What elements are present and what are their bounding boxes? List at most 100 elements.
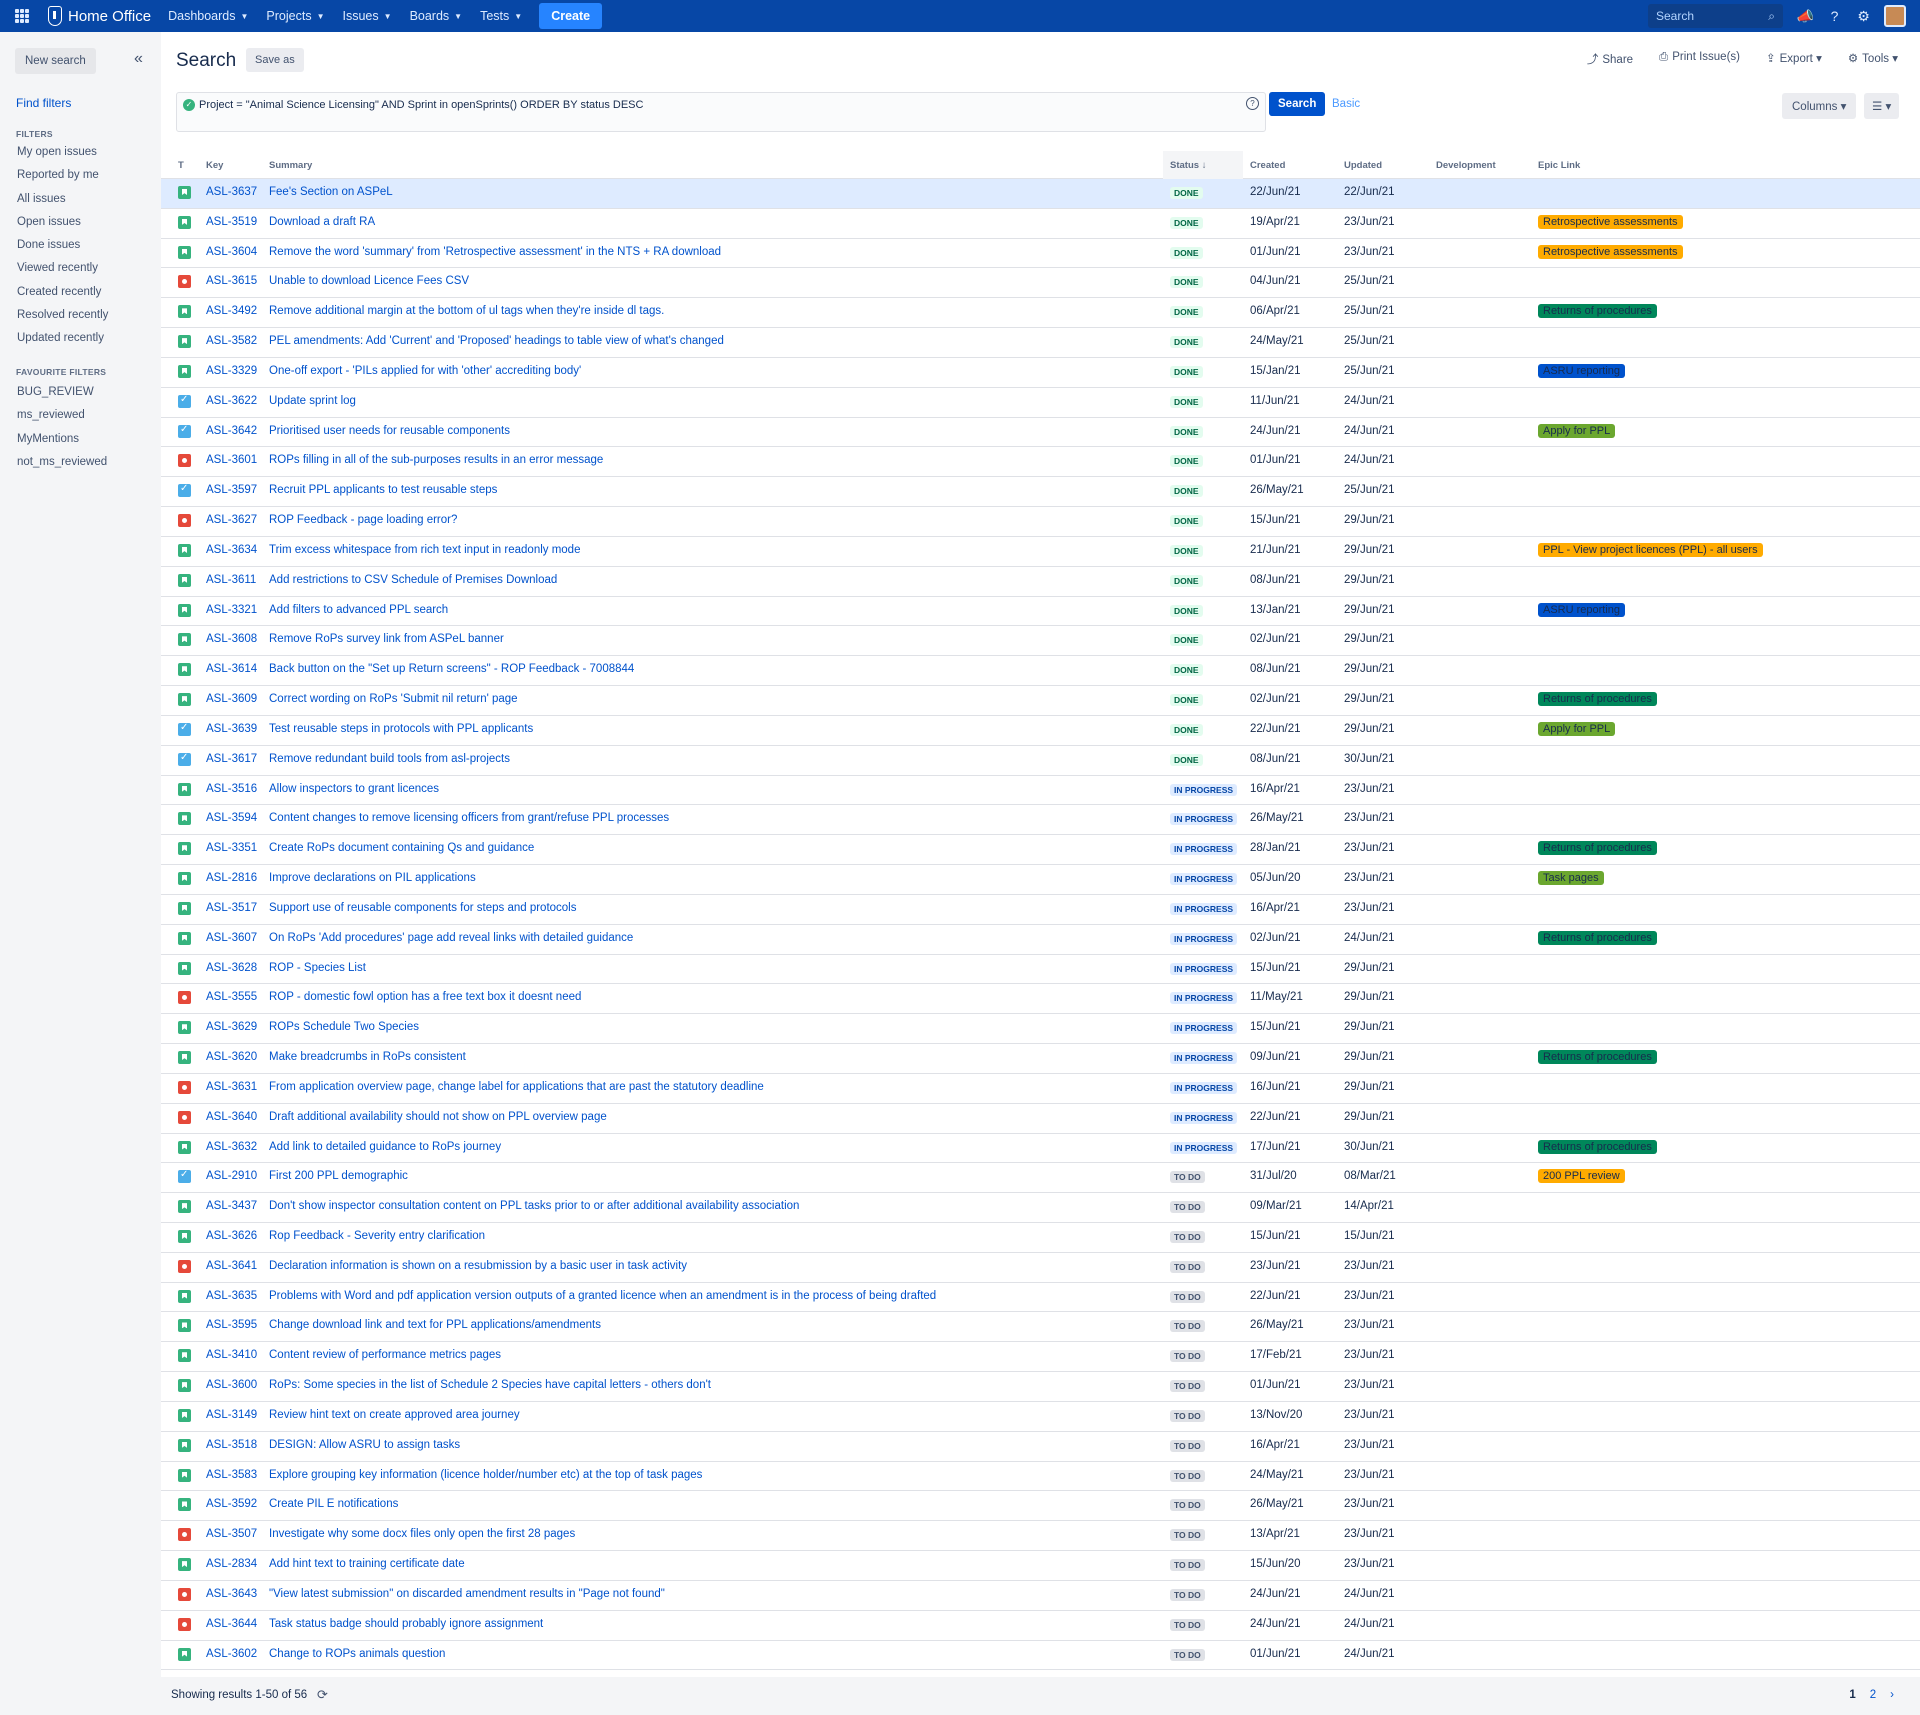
- issue-summary-link[interactable]: ROPs filling in all of the sub-purposes …: [269, 454, 603, 466]
- favourite-filter[interactable]: ms_reviewed: [17, 409, 107, 432]
- issue-summary-link[interactable]: Content changes to remove licensing offi…: [269, 812, 669, 824]
- issue-summary-link[interactable]: Test reusable steps in protocols with PP…: [269, 723, 533, 735]
- col-epic-link[interactable]: Epic Link: [1538, 160, 1580, 171]
- issue-key-link[interactable]: ASL-3518: [206, 1439, 257, 1451]
- issue-summary-link[interactable]: Change download link and text for PPL ap…: [269, 1319, 601, 1331]
- issue-key-link[interactable]: ASL-3321: [206, 604, 257, 616]
- table-row[interactable]: ASL-3622 Update sprint log DONE 11/Jun/21 24…: [161, 388, 1920, 418]
- issue-summary-link[interactable]: Change to ROPs animals question: [269, 1648, 445, 1660]
- table-row[interactable]: ASL-3410 Content review of performance me…: [161, 1342, 1920, 1373]
- issue-summary-link[interactable]: ROP - Species List: [269, 962, 366, 974]
- filter-open-issues[interactable]: Open issues: [17, 216, 108, 239]
- issue-key-link[interactable]: ASL-3622: [206, 395, 257, 407]
- issue-summary-link[interactable]: Declaration information is shown on a re…: [269, 1260, 687, 1272]
- issue-summary-link[interactable]: Unable to download Licence Fees CSV: [269, 275, 469, 287]
- table-row[interactable]: ASL-3635 Problems with Word and pdf appli…: [161, 1283, 1920, 1313]
- table-row[interactable]: ASL-3351 Create RoPs document containing …: [161, 835, 1920, 866]
- col-updated[interactable]: Updated: [1344, 160, 1382, 171]
- create-button[interactable]: Create: [539, 3, 603, 29]
- filter-resolved-recently[interactable]: Resolved recently: [17, 309, 108, 332]
- issue-summary-link[interactable]: Add hint text to training certificate da…: [269, 1558, 465, 1570]
- table-row[interactable]: ASL-3519 Download a draft RA DONE 19/Apr/21…: [161, 209, 1920, 239]
- issue-key-link[interactable]: ASL-3635: [206, 1290, 257, 1302]
- col-development[interactable]: Development: [1436, 160, 1496, 171]
- issue-key-link[interactable]: ASL-3149: [206, 1409, 257, 1421]
- table-row[interactable]: ASL-3620 Make breadcrumbs in RoPs consist…: [161, 1044, 1920, 1074]
- table-row[interactable]: ASL-3607 On RoPs 'Add procedures' page ad…: [161, 925, 1920, 955]
- issue-summary-link[interactable]: Correct wording on RoPs 'Submit nil retu…: [269, 693, 518, 705]
- share-button[interactable]: ⤴ Share: [1587, 51, 1633, 67]
- table-row[interactable]: ASL-3594 Content changes to remove licens…: [161, 805, 1920, 836]
- issue-key-link[interactable]: ASL-3634: [206, 544, 257, 556]
- table-row[interactable]: ASL-3608 Remove RoPs survey link from ASP…: [161, 626, 1920, 657]
- jql-query-input[interactable]: ✓ Project = "Animal Science Licensing" A…: [176, 92, 1266, 132]
- issue-summary-link[interactable]: Prioritised user needs for reusable comp…: [269, 425, 510, 437]
- issue-summary-link[interactable]: PEL amendments: Add 'Current' and 'Propo…: [269, 335, 724, 347]
- issue-summary-link[interactable]: Add restrictions to CSV Schedule of Prem…: [269, 574, 557, 586]
- issue-key-link[interactable]: ASL-3609: [206, 693, 257, 705]
- issue-key-link[interactable]: ASL-3594: [206, 812, 257, 824]
- nav-tests[interactable]: Tests ▼: [471, 0, 531, 32]
- table-row[interactable]: ASL-3518 DESIGN: Allow ASRU to assign tas…: [161, 1432, 1920, 1462]
- table-row[interactable]: ASL-3639 Test reusable steps in protocols…: [161, 716, 1920, 746]
- table-row[interactable]: ASL-3601 ROPs filling in all of the sub-p…: [161, 447, 1920, 478]
- table-row[interactable]: ASL-3149 Review hint text on create appro…: [161, 1402, 1920, 1432]
- epic-link-lozenge[interactable]: Returns of procedures: [1538, 692, 1657, 707]
- print-button[interactable]: ⎙ Print Issue(s): [1659, 51, 1740, 67]
- table-row[interactable]: ASL-3583 Explore grouping key information…: [161, 1462, 1920, 1492]
- user-avatar[interactable]: [1884, 5, 1906, 27]
- col-type[interactable]: T: [178, 160, 184, 171]
- page-1[interactable]: 1: [1849, 1689, 1855, 1701]
- issue-key-link[interactable]: ASL-3626: [206, 1230, 257, 1242]
- epic-link-lozenge[interactable]: Retrospective assessments: [1538, 244, 1683, 259]
- table-row[interactable]: ASL-3626 Rop Feedback - Severity entry cl…: [161, 1223, 1920, 1253]
- col-status[interactable]: Status ↓: [1170, 160, 1206, 171]
- issue-key-link[interactable]: ASL-3583: [206, 1469, 257, 1481]
- issue-key-link[interactable]: ASL-3637: [206, 186, 257, 198]
- issue-key-link[interactable]: ASL-3517: [206, 902, 257, 914]
- table-row[interactable]: ASL-3629 ROPs Schedule Two Species IN PROG…: [161, 1014, 1920, 1045]
- nav-boards[interactable]: Boards ▼: [401, 0, 472, 32]
- table-row[interactable]: ASL-3600 RoPs: Some species in the list o…: [161, 1372, 1920, 1402]
- issue-summary-link[interactable]: RoPs: Some species in the list of Schedu…: [269, 1379, 711, 1391]
- issue-key-link[interactable]: ASL-3615: [206, 275, 257, 287]
- col-summary[interactable]: Summary: [269, 160, 312, 171]
- issue-key-link[interactable]: ASL-3555: [206, 991, 257, 1003]
- issue-summary-link[interactable]: Remove additional margin at the bottom o…: [269, 305, 664, 317]
- settings-gear-icon[interactable]: ⚙: [1849, 0, 1878, 32]
- table-row[interactable]: ASL-3329 One-off export - 'PILs applied f…: [161, 358, 1920, 388]
- issue-key-link[interactable]: ASL-3620: [206, 1051, 257, 1063]
- issue-summary-link[interactable]: On RoPs 'Add procedures' page add reveal…: [269, 932, 633, 944]
- issue-summary-link[interactable]: Add link to detailed guidance to RoPs jo…: [269, 1141, 501, 1153]
- table-row[interactable]: ASL-3611 Add restrictions to CSV Schedule…: [161, 567, 1920, 597]
- issue-key-link[interactable]: ASL-3410: [206, 1349, 257, 1361]
- issue-key-link[interactable]: ASL-3632: [206, 1141, 257, 1153]
- basic-mode-link[interactable]: Basic: [1332, 98, 1360, 110]
- favourite-filter[interactable]: not_ms_reviewed: [17, 456, 107, 479]
- table-row[interactable]: ASL-3627 ROP Feedback - page loading erro…: [161, 507, 1920, 537]
- epic-link-lozenge[interactable]: ASRU reporting: [1538, 602, 1626, 617]
- issue-summary-link[interactable]: ROP Feedback - page loading error?: [269, 514, 457, 526]
- table-row[interactable]: ASL-3642 Prioritised user needs for reusa…: [161, 418, 1920, 448]
- refresh-icon[interactable]: ⟳: [317, 1687, 328, 1703]
- issue-summary-link[interactable]: Remove the word 'summary' from 'Retrospe…: [269, 246, 721, 258]
- favourite-filter[interactable]: MyMentions: [17, 433, 107, 456]
- epic-link-lozenge[interactable]: ASRU reporting: [1538, 363, 1626, 378]
- app-switcher-icon[interactable]: [0, 0, 44, 32]
- issue-key-link[interactable]: ASL-3607: [206, 932, 257, 944]
- favourite-filter[interactable]: BUG_REVIEW: [17, 386, 107, 409]
- epic-link-lozenge[interactable]: Task pages: [1538, 871, 1604, 886]
- issue-summary-link[interactable]: Don't show inspector consultation conten…: [269, 1200, 799, 1212]
- issue-key-link[interactable]: ASL-3628: [206, 962, 257, 974]
- epic-link-lozenge[interactable]: Returns of procedures: [1538, 304, 1657, 319]
- issue-key-link[interactable]: ASL-3519: [206, 216, 257, 228]
- table-row[interactable]: ASL-3595 Change download link and text fo…: [161, 1312, 1920, 1343]
- issue-summary-link[interactable]: Add filters to advanced PPL search: [269, 604, 448, 616]
- search-button[interactable]: Search: [1269, 92, 1326, 116]
- issue-key-link[interactable]: ASL-3329: [206, 365, 257, 377]
- table-row[interactable]: ASL-3615 Unable to download Licence Fees …: [161, 268, 1920, 299]
- issue-key-link[interactable]: ASL-2816: [206, 872, 257, 884]
- issue-summary-link[interactable]: Download a draft RA: [269, 216, 375, 228]
- col-key[interactable]: Key: [206, 160, 223, 171]
- table-row[interactable]: ASL-3631 From application overview page, …: [161, 1074, 1920, 1104]
